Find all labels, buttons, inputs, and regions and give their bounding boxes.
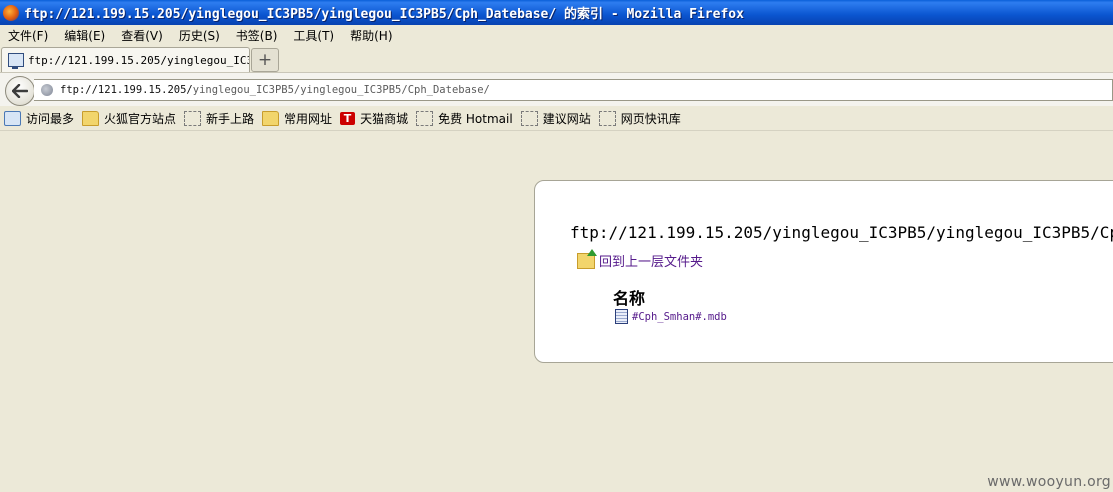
parent-folder-link[interactable]: 回到上一层文件夹 bbox=[599, 251, 703, 270]
watermark: www.wooyun.org bbox=[987, 474, 1111, 490]
database-file-icon[interactable] bbox=[615, 309, 628, 324]
bookmark-label: 访问最多 bbox=[26, 111, 75, 126]
bookmark-most-visited[interactable]: 访问最多 bbox=[4, 110, 74, 127]
dashed-bookmark-icon bbox=[416, 110, 434, 126]
menu-bookmarks[interactable]: 书签(B) bbox=[228, 27, 286, 44]
listing-title: ftp://121.199.15.205/yinglegou_IC3PB5/yi… bbox=[570, 223, 1113, 242]
back-button[interactable] bbox=[5, 76, 35, 106]
url-path: yinglegou_IC3PB5/yinglegou_IC3PB5/Cph_Da… bbox=[192, 84, 490, 96]
window-title: ftp://121.199.15.205/yinglegou_IC3PB5/yi… bbox=[24, 7, 744, 22]
url-host: ftp://121.199.15.205/ bbox=[60, 84, 193, 96]
bookmark-tmall[interactable]: T 天猫商城 bbox=[340, 110, 408, 127]
page-content: ftp://121.199.15.205/yinglegou_IC3PB5/yi… bbox=[0, 131, 1113, 492]
bookmark-label: 火狐官方站点 bbox=[104, 111, 177, 126]
tmall-icon: T bbox=[340, 111, 356, 125]
bookmark-label: 免费 Hotmail bbox=[438, 111, 513, 126]
directory-listing-panel: ftp://121.199.15.205/yinglegou_IC3PB5/yi… bbox=[534, 180, 1113, 363]
computer-icon bbox=[8, 53, 24, 69]
bookmark-label: 建议网站 bbox=[542, 111, 591, 126]
bookmark-web-slice-gallery[interactable]: 网页快讯库 bbox=[598, 110, 681, 127]
tab-ftp-index[interactable]: ftp://121.199.15.205/yinglegou_IC3P… bbox=[1, 47, 250, 72]
menu-tools[interactable]: 工具(T) bbox=[285, 27, 342, 44]
tab-label: ftp://121.199.15.205/yinglegou_IC3P… bbox=[27, 53, 249, 67]
window-title-bar[interactable]: ftp://121.199.15.205/yinglegou_IC3PB5/yi… bbox=[0, 0, 1113, 25]
bookmark-suggested-sites[interactable]: 建议网站 bbox=[520, 110, 591, 127]
parent-folder-row: 回到上一层文件夹 bbox=[577, 248, 703, 270]
bookmark-common-sites[interactable]: 常用网址 bbox=[262, 110, 332, 127]
folder-up-icon[interactable] bbox=[577, 248, 597, 269]
dashed-bookmark-icon bbox=[598, 110, 616, 126]
back-arrow-icon bbox=[12, 84, 28, 98]
url-text[interactable]: ftp://121.199.15.205/yinglegou_IC3PB5/yi… bbox=[60, 84, 490, 96]
menu-view[interactable]: 查看(V) bbox=[113, 27, 171, 44]
bookmark-label: 网页快讯库 bbox=[620, 111, 681, 126]
tab-strip: ftp://121.199.15.205/yinglegou_IC3P… + bbox=[0, 45, 1113, 72]
dashed-bookmark-icon bbox=[520, 110, 538, 126]
folder-icon bbox=[82, 110, 100, 126]
search-icon bbox=[4, 110, 21, 126]
globe-icon bbox=[41, 84, 53, 96]
navigation-bar: ftp://121.199.15.205/yinglegou_IC3PB5/yi… bbox=[0, 72, 1113, 107]
firefox-icon bbox=[3, 4, 19, 21]
bookmarks-toolbar: 访问最多 火狐官方站点 新手上路 常用网址 T 天猫商城 免费 Hotmail … bbox=[0, 106, 1113, 131]
new-tab-button[interactable]: + bbox=[251, 48, 279, 72]
menu-file[interactable]: 文件(F) bbox=[0, 27, 56, 44]
bookmark-label: 天猫商城 bbox=[360, 111, 409, 126]
bookmark-label: 常用网址 bbox=[284, 111, 333, 126]
file-row: #Cph_Smhan#.mdb bbox=[615, 309, 727, 324]
name-column-header: 名称 bbox=[613, 289, 646, 308]
bookmark-getting-started[interactable]: 新手上路 bbox=[184, 110, 254, 127]
bookmark-firefox-official[interactable]: 火狐官方站点 bbox=[82, 110, 176, 127]
menu-help[interactable]: 帮助(H) bbox=[342, 27, 400, 44]
menu-edit[interactable]: 编辑(E) bbox=[56, 27, 113, 44]
menu-history[interactable]: 历史(S) bbox=[171, 27, 228, 44]
file-link[interactable]: #Cph_Smhan#.mdb bbox=[632, 311, 727, 323]
bookmark-hotmail[interactable]: 免费 Hotmail bbox=[416, 110, 513, 127]
folder-icon bbox=[262, 110, 280, 126]
bookmark-label: 新手上路 bbox=[206, 111, 255, 126]
dashed-bookmark-icon bbox=[184, 110, 202, 126]
menu-bar: 文件(F) 编辑(E) 查看(V) 历史(S) 书签(B) 工具(T) 帮助(H… bbox=[0, 25, 1113, 45]
url-bar[interactable]: ftp://121.199.15.205/yinglegou_IC3PB5/yi… bbox=[34, 79, 1113, 101]
